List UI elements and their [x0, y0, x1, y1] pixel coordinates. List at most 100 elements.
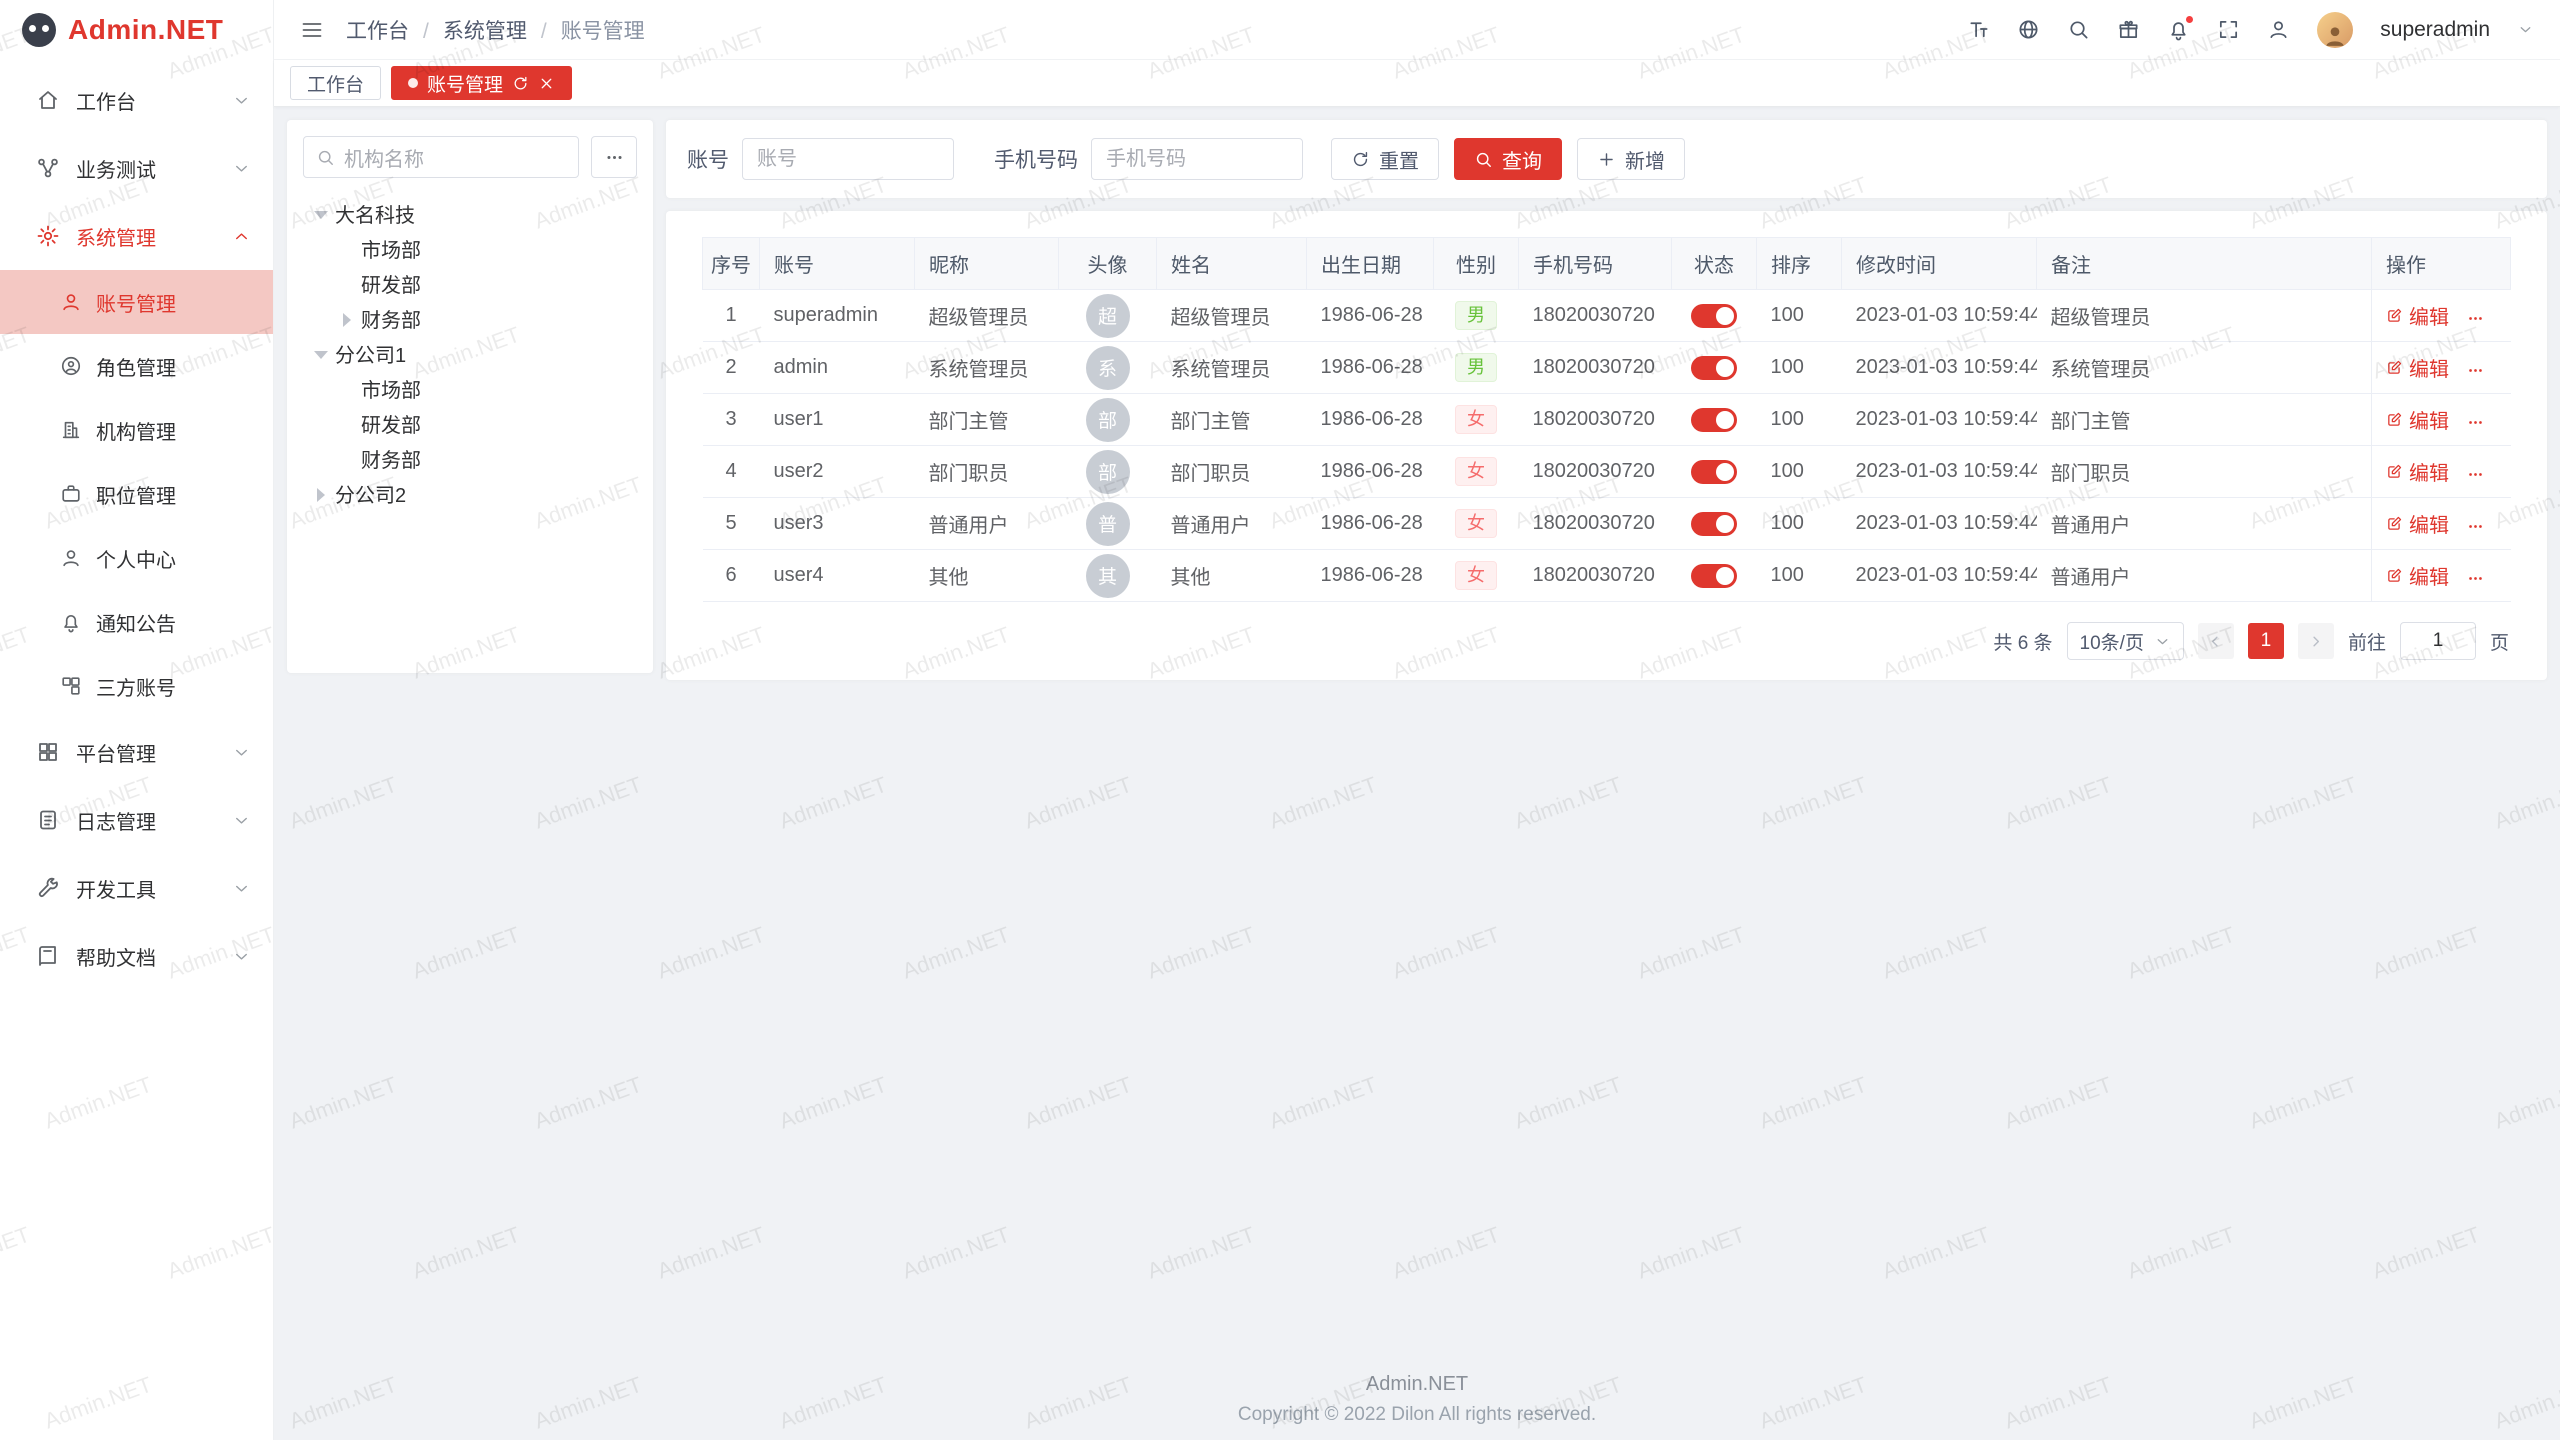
sidebar-item-business-test[interactable]: 业务测试	[0, 134, 273, 202]
tree-node[interactable]: 研发部	[303, 406, 637, 441]
sidebar-item-third-party-account[interactable]: 三方账号	[0, 654, 273, 718]
tree-node-label: 分公司1	[335, 339, 406, 368]
tree-node[interactable]: 研发部	[303, 266, 637, 301]
flow-icon	[36, 156, 60, 180]
tree-node-label: 分公司2	[335, 479, 406, 508]
fullscreen-icon[interactable]	[2217, 18, 2240, 41]
goto-page-input[interactable]	[2400, 622, 2476, 660]
phone-input[interactable]	[1091, 138, 1303, 180]
tree-node[interactable]: 市场部	[303, 371, 637, 406]
gift-icon[interactable]	[2117, 18, 2140, 41]
edit-button[interactable]: 编辑	[2386, 353, 2449, 382]
sidebar-item-role-mgmt[interactable]: 角色管理	[0, 334, 273, 398]
tab-account-mgmt[interactable]: 账号管理	[391, 66, 572, 100]
sidebar-item-dev-tools[interactable]: 开发工具	[0, 854, 273, 922]
page-number-button[interactable]: 1	[2248, 623, 2284, 659]
sidebar-item-notice[interactable]: 通知公告	[0, 590, 273, 654]
search-icon[interactable]	[2067, 18, 2090, 41]
gender-tag: 女	[1455, 509, 1497, 539]
status-toggle[interactable]	[1691, 512, 1737, 536]
profile-icon[interactable]	[2267, 18, 2290, 41]
row-more-button[interactable]	[2467, 466, 2484, 483]
close-icon[interactable]	[538, 75, 555, 92]
cell-name: 普通用户	[1157, 498, 1307, 550]
cell-name: 其他	[1157, 550, 1307, 602]
cell-index: 4	[703, 446, 760, 498]
sidebar-item-system-mgmt[interactable]: 系统管理	[0, 202, 273, 270]
status-toggle[interactable]	[1691, 408, 1737, 432]
tab-workbench[interactable]: 工作台	[290, 66, 381, 100]
edit-button[interactable]: 编辑	[2386, 457, 2449, 486]
refresh-icon[interactable]	[512, 75, 529, 92]
cell-nickname: 超级管理员	[915, 290, 1059, 342]
org-search-input[interactable]: 机构名称	[303, 136, 579, 178]
sidebar-item-log-mgmt[interactable]: 日志管理	[0, 786, 273, 854]
tree-node[interactable]: 大名科技	[303, 196, 637, 231]
language-icon[interactable]	[2017, 18, 2040, 41]
next-page-button[interactable]	[2298, 623, 2334, 659]
plus-icon	[1597, 150, 1616, 169]
chevron-down-icon[interactable]	[2517, 21, 2534, 38]
edit-icon	[2386, 307, 2403, 324]
table-row: 2 admin 系统管理员 系 系统管理员 1986-06-28 男 18020…	[703, 342, 2511, 394]
cell-account: user2	[760, 446, 915, 498]
caret-right-icon[interactable]	[313, 487, 327, 501]
sidebar-item-account-mgmt[interactable]: 账号管理	[0, 270, 273, 334]
sidebar-item-position-mgmt[interactable]: 职位管理	[0, 462, 273, 526]
breadcrumb-item[interactable]: 系统管理	[409, 15, 527, 45]
sidebar-item-platform-mgmt[interactable]: 平台管理	[0, 718, 273, 786]
cell-order: 100	[1757, 446, 1842, 498]
cell-account: user1	[760, 394, 915, 446]
caret-right-icon[interactable]	[339, 312, 353, 326]
row-more-button[interactable]	[2467, 310, 2484, 327]
edit-button[interactable]: 编辑	[2386, 561, 2449, 590]
edit-button[interactable]: 编辑	[2386, 509, 2449, 538]
sidebar-item-help-docs[interactable]: 帮助文档	[0, 922, 273, 990]
row-more-button[interactable]	[2467, 570, 2484, 587]
chevron-down-icon	[232, 743, 251, 762]
edit-icon	[2386, 567, 2403, 584]
caret-down-icon[interactable]	[313, 347, 327, 361]
reset-button[interactable]: 重置	[1331, 138, 1439, 180]
phone-label: 手机号码	[994, 144, 1078, 174]
username[interactable]: superadmin	[2380, 18, 2490, 42]
tree-more-button[interactable]	[591, 136, 637, 178]
row-more-button[interactable]	[2467, 414, 2484, 431]
row-more-button[interactable]	[2467, 362, 2484, 379]
font-size-icon[interactable]	[1967, 18, 1990, 41]
account-input[interactable]	[742, 138, 954, 180]
tree-node[interactable]: 分公司2	[303, 476, 637, 511]
caret-down-icon[interactable]	[313, 207, 327, 221]
edit-label: 编辑	[2409, 405, 2449, 434]
menu-toggle-icon[interactable]	[300, 18, 324, 42]
user-avatar[interactable]	[2317, 12, 2353, 48]
query-toolbar: 账号 手机号码 重置 查询 新增	[666, 120, 2547, 198]
sidebar-item-org-mgmt[interactable]: 机构管理	[0, 398, 273, 462]
status-toggle[interactable]	[1691, 356, 1737, 380]
tree-node[interactable]: 财务部	[303, 441, 637, 476]
table-row: 3 user1 部门主管 部 部门主管 1986-06-28 女 1802003…	[703, 394, 2511, 446]
status-toggle[interactable]	[1691, 460, 1737, 484]
status-toggle[interactable]	[1691, 304, 1737, 328]
prev-page-button[interactable]	[2198, 623, 2234, 659]
tree-node-label: 研发部	[361, 409, 421, 438]
notification-bell-icon[interactable]	[2167, 18, 2190, 41]
accounts-table: 序号 账号 昵称 头像 姓名 出生日期 性别 手机号码 状态 排序 修改时间	[702, 237, 2511, 602]
search-button[interactable]: 查询	[1454, 138, 1562, 180]
page-size-select[interactable]: 10条/页	[2067, 622, 2184, 660]
add-button[interactable]: 新增	[1577, 138, 1685, 180]
breadcrumb-item[interactable]: 工作台	[346, 15, 409, 45]
edit-button[interactable]: 编辑	[2386, 405, 2449, 434]
cell-order: 100	[1757, 394, 1842, 446]
status-toggle[interactable]	[1691, 564, 1737, 588]
edit-button[interactable]: 编辑	[2386, 301, 2449, 330]
sidebar-item-workbench[interactable]: 工作台	[0, 66, 273, 134]
table-header-cell: 性别	[1434, 238, 1519, 290]
tree-node[interactable]: 分公司1	[303, 336, 637, 371]
logo[interactable]: Admin.NET	[0, 0, 273, 60]
row-more-button[interactable]	[2467, 518, 2484, 535]
sidebar-item-personal-center[interactable]: 个人中心	[0, 526, 273, 590]
accounts-table-card: 序号 账号 昵称 头像 姓名 出生日期 性别 手机号码 状态 排序 修改时间	[666, 211, 2547, 680]
tree-node[interactable]: 市场部	[303, 231, 637, 266]
tree-node[interactable]: 财务部	[303, 301, 637, 336]
